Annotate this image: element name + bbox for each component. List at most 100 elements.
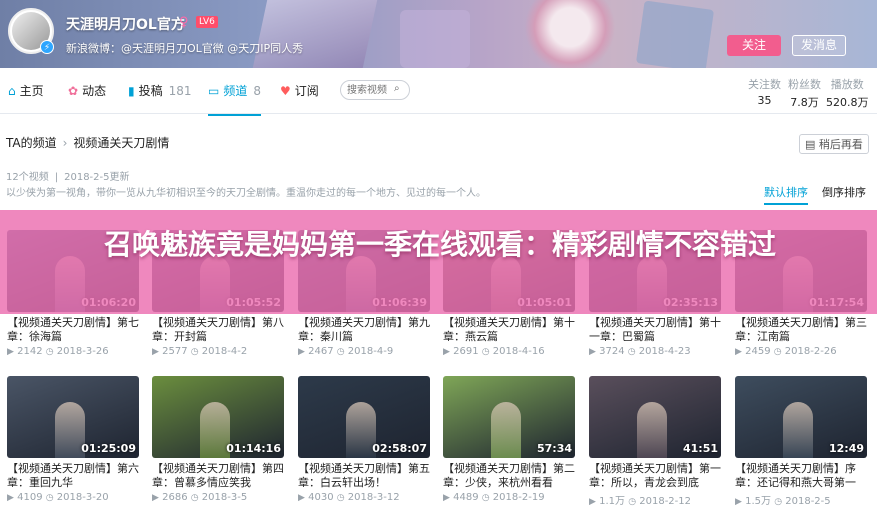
search-icon[interactable]: ⌕ <box>394 83 400 94</box>
channel-icon: ▭ <box>208 83 220 98</box>
upload-date: 2018-4-9 <box>347 346 394 357</box>
video-duration: 02:58:07 <box>372 442 427 455</box>
play-count: 1.1万 <box>599 496 626 507</box>
heart-icon: ♥ <box>280 83 291 98</box>
crumb-separator: › <box>62 136 68 150</box>
banner-decoration <box>252 0 378 68</box>
thumbnail-figure <box>491 402 521 458</box>
video-info: ▶ 4489 ◷ 2018-2-19 <box>443 492 575 503</box>
crumb-root[interactable]: TA的频道 <box>6 136 57 150</box>
clock-icon: ◷ <box>336 493 345 503</box>
video-duration: 01:25:09 <box>81 442 136 455</box>
video-info: ▶ 2691 ◷ 2018-4-16 <box>443 346 575 357</box>
clock-icon: ◷ <box>481 347 490 357</box>
video-title[interactable]: 【视频通关天刀剧情】第三章：江南篇 <box>735 316 867 344</box>
clock-icon: ◷ <box>45 493 54 503</box>
stat-fans[interactable]: 粉丝数 7.8万 <box>788 76 821 110</box>
upload-date: 2018-2-12 <box>639 496 692 507</box>
video-thumbnail[interactable]: 01:14:16 <box>152 376 284 458</box>
sort-default[interactable]: 默认排序 <box>764 184 808 205</box>
clock-icon: ◷ <box>628 497 637 507</box>
video-title[interactable]: 【视频通关天刀剧情】第二章：少侠，来杭州看看 <box>443 462 575 490</box>
tab-channel[interactable]: ▭ 频道 8 <box>208 82 261 116</box>
clock-icon: ◷ <box>774 497 783 507</box>
video-title[interactable]: 【视频通关天刀剧情】第八章：开封篇 <box>152 316 284 344</box>
channel-description: 以少侠为第一视角，带你一览从九华初相识至今的天刀全剧情。重温你走过的每一个地方、… <box>6 188 486 199</box>
video-thumbnail[interactable]: 01:25:09 <box>7 376 139 458</box>
play-icon: ▶ <box>152 347 159 357</box>
upload-date: 2018-4-2 <box>201 346 248 357</box>
watch-later-button[interactable]: ▤ 稍后再看 <box>799 134 869 154</box>
upload-date: 2018-2-19 <box>492 492 545 503</box>
sort-reverse[interactable]: 倒序排序 <box>822 184 866 200</box>
play-count: 4030 <box>308 492 334 503</box>
video-title[interactable]: 【视频通关天刀剧情】第九章：秦川篇 <box>298 316 430 344</box>
video-duration: 57:34 <box>536 442 572 455</box>
breadcrumb: TA的频道 › 视频通关天刀剧情 <box>6 134 169 151</box>
female-icon: ♀ <box>179 15 189 30</box>
play-count: 2686 <box>162 492 188 503</box>
flower-icon: ✿ <box>68 83 79 98</box>
clock-icon: ◷ <box>627 347 636 357</box>
stat-plays: 播放数 520.8万 <box>826 78 869 109</box>
upload-date: 2018-2-5 <box>785 496 831 507</box>
play-icon: ▶ <box>443 493 450 503</box>
banner-decoration <box>400 10 470 68</box>
upload-date: 2018-3-20 <box>56 492 109 503</box>
video-title[interactable]: 【视频通关天刀剧情】第一章：所以，青龙会到底 <box>589 462 721 490</box>
play-icon: ▶ <box>589 347 596 357</box>
video-title[interactable]: 【视频通关天刀剧情】第十一章：巴蜀篇 <box>589 316 721 344</box>
message-button[interactable]: 发消息 <box>792 35 846 56</box>
play-icon: ▶ <box>589 497 596 507</box>
clock-icon: ◷ <box>190 493 199 503</box>
play-icon: ▶ <box>7 493 14 503</box>
clock-icon: ◷ <box>45 347 54 357</box>
level-badge: LV6 <box>196 16 218 28</box>
video-info: ▶ 2142 ◷ 2018-3-26 <box>7 346 139 357</box>
video-card[interactable]: 01:14:16 【视频通关天刀剧情】第四章：曾慕多情应笑我 ▶ 2686 ◷ 20… <box>152 376 284 503</box>
video-title[interactable]: 【视频通关天刀剧情】第七章：徐海篇 <box>7 316 139 344</box>
follow-button[interactable]: 关注 <box>727 35 781 56</box>
video-info: ▶ 3724 ◷ 2018-4-23 <box>589 346 721 357</box>
video-thumbnail[interactable]: 12:49 <box>735 376 867 458</box>
tab-dynamic[interactable]: ✿ 动态 <box>68 82 106 99</box>
video-title[interactable]: 【视频通关天刀剧情】第六章：重回九华 <box>7 462 139 490</box>
stat-following[interactable]: 关注数 35 <box>748 76 781 107</box>
play-icon: ▶ <box>152 493 159 503</box>
video-card[interactable]: 41:51 【视频通关天刀剧情】第一章：所以，青龙会到底 ▶ 1.1万 ◷ 2018… <box>589 376 721 507</box>
video-title[interactable]: 【视频通关天刀剧情】序章：还记得和燕大哥第一 <box>735 462 867 490</box>
tab-uploads[interactable]: ▮ 投稿 181 <box>128 82 192 99</box>
video-info: ▶ 4109 ◷ 2018-3-20 <box>7 492 139 503</box>
video-card[interactable]: 12:49 【视频通关天刀剧情】序章：还记得和燕大哥第一 ▶ 1.5万 ◷ 2018… <box>735 376 867 507</box>
tab-subscribe[interactable]: ♥ 订阅 <box>280 82 319 99</box>
upload-date: 2018-4-23 <box>638 346 691 357</box>
profile-nav: ⌂ 主页 ✿ 动态 ▮ 投稿 181 ▭ 频道 8 ♥ 订阅 ⌕ 关注数 35 … <box>0 68 877 116</box>
video-thumbnail[interactable]: 57:34 <box>443 376 575 458</box>
video-title[interactable]: 【视频通关天刀剧情】第五章：白云轩出场！ <box>298 462 430 490</box>
video-thumbnail[interactable]: 41:51 <box>589 376 721 458</box>
video-card[interactable]: 57:34 【视频通关天刀剧情】第二章：少侠，来杭州看看 ▶ 4489 ◷ 2018… <box>443 376 575 503</box>
video-card[interactable]: 01:25:09 【视频通关天刀剧情】第六章：重回九华 ▶ 4109 ◷ 2018-… <box>7 376 139 503</box>
tab-home[interactable]: ⌂ 主页 <box>8 82 44 99</box>
video-title[interactable]: 【视频通关天刀剧情】第十章：燕云篇 <box>443 316 575 344</box>
clock-icon: ◷ <box>481 493 490 503</box>
play-icon: ▶ <box>298 493 305 503</box>
channel-meta: 12个视频 | 2018-2-5更新 <box>6 172 130 183</box>
user-sign: 新浪微博：@天涯明月刀OL官微 @天刀IP同人秀 <box>66 42 304 55</box>
banner-decoration <box>520 0 620 68</box>
thumbnail-figure <box>637 402 667 458</box>
clock-icon: ◷ <box>773 347 782 357</box>
video-title[interactable]: 【视频通关天刀剧情】第四章：曾慕多情应笑我 <box>152 462 284 490</box>
clock-icon: ◷ <box>190 347 199 357</box>
play-count: 3724 <box>599 346 625 357</box>
upload-date: 2018-4-16 <box>492 346 545 357</box>
play-count: 2142 <box>17 346 43 357</box>
video-info: ▶ 2577 ◷ 2018-4-2 <box>152 346 284 357</box>
play-count: 4109 <box>17 492 43 503</box>
video-thumbnail[interactable]: 02:58:07 <box>298 376 430 458</box>
video-duration: 01:14:16 <box>226 442 281 455</box>
video-info: ▶ 2467 ◷ 2018-4-9 <box>298 346 430 357</box>
video-card[interactable]: 02:58:07 【视频通关天刀剧情】第五章：白云轩出场！ ▶ 4030 ◷ 201… <box>298 376 430 503</box>
upload-date: 2018-3-5 <box>201 492 248 503</box>
thumbnail-figure <box>783 402 813 458</box>
